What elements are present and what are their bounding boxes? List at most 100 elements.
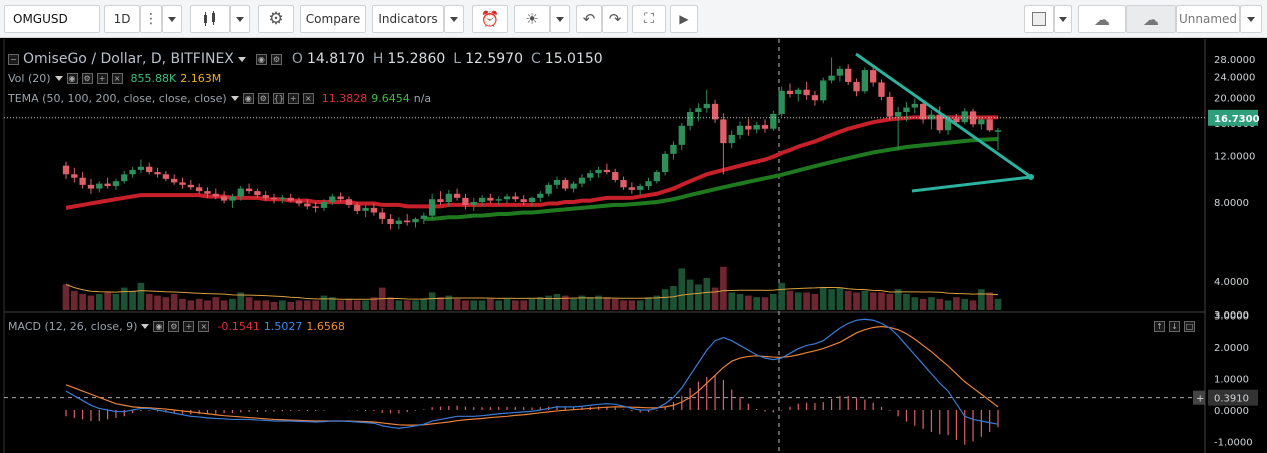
candle-body (462, 197, 469, 205)
price-axis-label: 24.0000 (1214, 73, 1255, 84)
main-legend: − OmiseGo / Dollar, D, BITFINEX ◉ ⚙ O 14.… (8, 51, 603, 67)
volume-bar (878, 292, 885, 310)
compare-button[interactable]: Compare (300, 5, 366, 33)
volume-bar (553, 294, 561, 310)
settings-icon[interactable]: ⚙ (270, 53, 282, 65)
volume-bar (736, 294, 744, 310)
redo-icon: ↷ (608, 10, 622, 28)
chevron-down-icon[interactable] (54, 76, 63, 81)
layout-dropdown[interactable] (1240, 5, 1262, 33)
settings-button[interactable]: ⚙ (258, 5, 294, 33)
candle-body (337, 196, 344, 200)
redo-button[interactable]: ↷ (602, 5, 628, 33)
cloud-download-button[interactable]: ☁ (1078, 5, 1126, 33)
candle-body (404, 220, 411, 223)
volume-bar (312, 300, 319, 310)
candle-body (828, 75, 835, 81)
candle-body (553, 180, 561, 185)
candle-body (520, 199, 527, 203)
candle-body (711, 103, 719, 120)
indicators-dropdown[interactable] (444, 5, 464, 33)
eye-icon[interactable]: ◉ (255, 53, 267, 65)
candle-body (104, 183, 111, 187)
eye-icon[interactable]: ◉ (153, 321, 165, 332)
volume-bar (487, 298, 494, 310)
settings-icon[interactable]: ⚙ (257, 93, 269, 104)
move-up-icon[interactable]: ↑ (1154, 321, 1165, 332)
layout-name-button[interactable]: Unnamed (1176, 5, 1240, 33)
collapse-icon[interactable]: − (8, 53, 19, 65)
interval-dropdown[interactable] (162, 5, 182, 33)
close-icon[interactable]: × (302, 93, 314, 104)
alert-button[interactable]: ⏰ (472, 5, 508, 33)
interval-button[interactable]: 1D (104, 5, 140, 33)
interval-label: 1D (113, 12, 131, 26)
maximize-pane-icon[interactable]: □ (1184, 321, 1195, 332)
candle-body (836, 68, 844, 76)
eye-icon[interactable]: ◉ (242, 93, 254, 104)
chart-style-dropdown[interactable] (230, 5, 250, 33)
chevron-down-icon[interactable] (141, 324, 150, 329)
chart-area[interactable]: 28.000024.000020.000016.000012.00008.000… (0, 39, 1267, 453)
candle-body (254, 191, 261, 196)
candle-body (778, 90, 785, 114)
interval-menu-button[interactable]: ⋮ (140, 5, 162, 33)
candle-body (578, 177, 586, 184)
chart-style-button[interactable] (190, 5, 230, 33)
fullscreen-button[interactable]: ⛶ (632, 5, 666, 33)
candle-body (703, 103, 710, 109)
chevron-down-icon (168, 16, 176, 22)
candle-body (537, 193, 544, 198)
candle-body (370, 207, 378, 213)
volume-bar (661, 289, 669, 310)
chevron-down-icon[interactable] (237, 56, 246, 62)
open-key: O (291, 51, 303, 67)
plus-icon[interactable]: + (96, 73, 108, 84)
volume-bar (745, 295, 752, 310)
symbol-input[interactable]: OMGUSD (4, 5, 100, 33)
indicators-button[interactable]: Indicators (372, 5, 444, 33)
volume-bar (794, 292, 802, 310)
tema-100-line (423, 136, 999, 221)
candle-body (595, 169, 602, 174)
plus-icon[interactable]: + (287, 93, 299, 104)
chevron-down-icon[interactable] (230, 96, 239, 101)
settings-icon[interactable]: ⚙ (168, 321, 180, 332)
volume-bar (79, 294, 86, 310)
candle-body (503, 196, 511, 200)
candle-body (312, 206, 319, 208)
close-key: C (531, 51, 541, 67)
volume-bar (229, 298, 236, 310)
drawing-tools-button[interactable]: ☀ (514, 5, 550, 33)
candle-body (661, 153, 669, 173)
candle-body (270, 197, 278, 200)
open-value: 14.8170 (306, 51, 365, 67)
replay-button[interactable]: ▶ (670, 5, 698, 33)
close-icon[interactable]: × (198, 321, 210, 332)
volume-bar (387, 297, 394, 310)
macd-hist-value: -0.1541 (217, 320, 260, 333)
eye-icon[interactable]: ◉ (66, 73, 78, 84)
volume-bar (512, 300, 519, 310)
move-down-icon[interactable]: ↓ (1169, 321, 1180, 332)
tema-legend: TEMA (50, 100, 200, close, close, close)… (8, 92, 431, 105)
source-icon[interactable]: {} (272, 93, 284, 104)
chart-color-dropdown[interactable] (1054, 5, 1072, 33)
candle-body (695, 108, 702, 113)
close-icon[interactable]: × (111, 73, 123, 84)
pane-controls: ↑ ↓ □ (1154, 321, 1195, 332)
chart-color-button[interactable] (1024, 5, 1054, 33)
settings-icon[interactable]: ⚙ (81, 73, 93, 84)
cloud-upload-button[interactable]: ☁ (1126, 5, 1176, 33)
volume-bar (204, 300, 211, 310)
candle-body (845, 68, 852, 82)
candle-body (670, 144, 677, 154)
macd-axis-label: 1.0000 (1214, 375, 1249, 386)
macd-label: MACD (12, 26, close, 9) (8, 320, 138, 333)
plus-icon[interactable]: + (183, 321, 195, 332)
signal-value: 1.6568 (306, 320, 345, 333)
undo-button[interactable]: ↶ (576, 5, 602, 33)
candle-body (204, 191, 211, 194)
candle-body (420, 215, 427, 219)
drawing-tools-dropdown[interactable] (550, 5, 570, 33)
